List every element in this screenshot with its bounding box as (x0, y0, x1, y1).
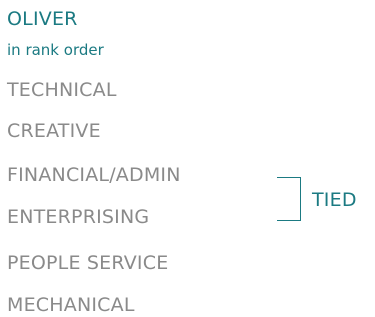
tie-label: TIED (312, 189, 357, 211)
rank-item-mechanical: MECHANICAL (7, 294, 135, 316)
rank-item-people-service: PEOPLE SERVICE (7, 252, 169, 274)
rank-item-financial-admin: FINANCIAL/ADMIN (7, 164, 181, 186)
rank-item-enterprising: ENTERPRISING (7, 206, 150, 228)
tie-bracket (277, 177, 301, 221)
rank-list: TECHNICAL CREATIVE FINANCIAL/ADMIN ENTER… (0, 0, 375, 316)
rank-item-creative: CREATIVE (7, 120, 101, 142)
rank-item-technical: TECHNICAL (7, 79, 117, 101)
